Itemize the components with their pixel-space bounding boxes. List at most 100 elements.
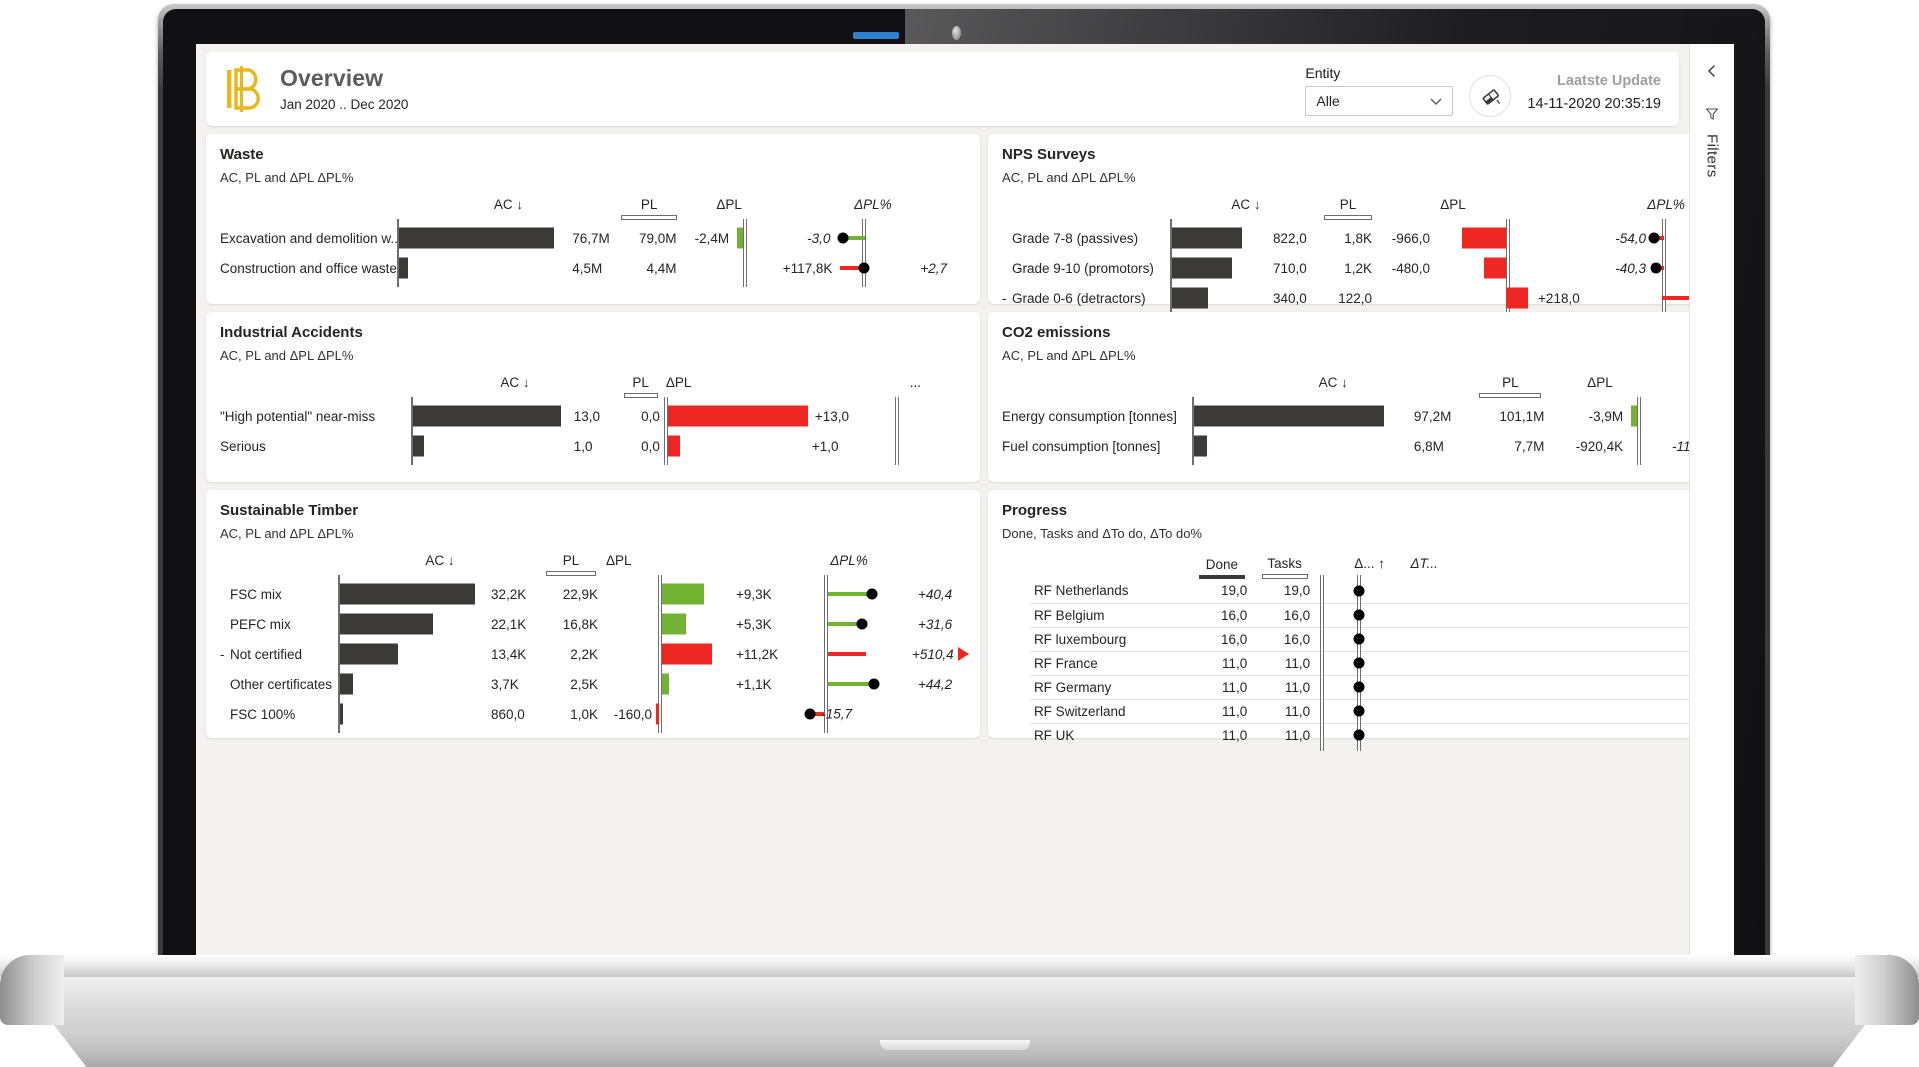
value-ac: 822,0 — [1273, 230, 1307, 246]
chart-row[interactable]: Serious 1,0 0,0 +1,0 — [220, 427, 966, 465]
collapse-filters-button[interactable] — [1699, 58, 1725, 84]
row-label: FSC 100% — [230, 706, 296, 722]
last-update: Laatste Update 14-11-2020 20:35:19 — [1527, 65, 1661, 115]
column-header-dpl: ΔPL — [665, 374, 692, 390]
column-header-dplpct: ΔPL% — [854, 196, 892, 212]
panel-title: NPS Surveys — [1002, 146, 1096, 163]
chart-row[interactable]: Fuel consumption [tonnes] 6,8M 7,7M -920… — [1002, 427, 1734, 465]
row-label: PEFC mix — [230, 616, 291, 632]
chart-row[interactable]: FSC mix 32,2K 22,9K +9,3K +40,4 — [220, 575, 966, 613]
value-dpl: +117,8K — [782, 260, 833, 276]
value-pl: 1,2K — [1344, 260, 1373, 276]
panel-title: Waste — [220, 146, 264, 163]
value-dpl: +9,3K — [736, 586, 772, 602]
table-row[interactable]: RF Belgium 16,0 16,0 — [1002, 599, 1734, 631]
laptop-base-right-edge — [1855, 955, 1919, 1025]
chart-row[interactable]: PEFC mix 22,1K 16,8K +5,3K +31,6 — [220, 605, 966, 643]
chart-row[interactable]: Construction and office waste 4,5M 4,4M … — [220, 249, 966, 287]
table-row[interactable]: RF Germany 11,0 11,0 — [1002, 671, 1734, 703]
chart-row[interactable]: Grade 9-10 (promotors) 710,0 1,2K -480,0… — [1002, 249, 1734, 287]
table-row[interactable]: RF UK 11,0 11,0 — [1002, 719, 1734, 751]
table-row[interactable]: RF luxembourg 16,0 16,0 — [1002, 623, 1734, 655]
entity-label: Entity — [1305, 65, 1341, 81]
value-pl: 7,7M — [1514, 438, 1545, 454]
cell-done: 19,0 — [1190, 579, 1254, 604]
cell-done: 11,0 — [1190, 651, 1254, 676]
panel-subtitle: AC, PL and ΔPL ΔPL% — [1002, 170, 1136, 185]
chart-row[interactable]: "High potential" near-miss 13,0 0,0 +13,… — [220, 397, 966, 435]
value-pl: 101,1M — [1499, 408, 1545, 424]
cell-done: 11,0 — [1190, 699, 1254, 724]
table-row[interactable]: RF Switzerland 11,0 11,0 — [1002, 695, 1734, 727]
value-ac: 1,0 — [573, 438, 593, 454]
table-row[interactable]: RF France 11,0 11,0 — [1002, 647, 1734, 679]
value-ac: 22,1K — [491, 616, 527, 632]
value-pl: 0,0 — [641, 438, 660, 454]
value-dpl: +1,0 — [811, 438, 839, 454]
chart-row[interactable]: FSC 100% 860,0 1,0K -160,0 -15,7 — [220, 695, 966, 733]
chart-row[interactable]: Excavation and demolition w... 76,7M 79,… — [220, 219, 966, 257]
entity-select[interactable]: Alle — [1305, 86, 1454, 116]
laptop-mockup: Overview Jan 2020 .. Dec 2020 Entity All… — [0, 0, 1919, 1067]
table-row[interactable]: RF Netherlands 19,0 19,0 — [1002, 575, 1734, 607]
column-header-more: ... — [909, 374, 921, 390]
value-dpl: +218,0 — [1538, 290, 1580, 306]
chart-row[interactable]: Other certificates 3,7K 2,5K +1,1K +44,2 — [220, 665, 966, 703]
filters-pane[interactable]: Filters — [1689, 44, 1734, 962]
value-ac: 340,0 — [1273, 290, 1307, 306]
value-dpl: +1,1K — [736, 676, 772, 692]
column-header-ac: AC ↓ — [1318, 374, 1348, 390]
chart-waste: AC ↓ PL ΔPL ΔPL% Excavation and demoliti… — [220, 193, 966, 287]
cell-tasks: 11,0 — [1253, 651, 1317, 676]
clear-filters-button[interactable] — [1469, 75, 1512, 117]
chart-row[interactable]: Grade 7-8 (passives) 822,0 1,8K -966,0 -… — [1002, 219, 1734, 257]
panel-sustainable-timber[interactable]: Sustainable Timber AC, PL and ΔPL ΔPL% A… — [206, 490, 981, 738]
row-label: Other certificates — [230, 676, 333, 692]
row-label: "High potential" near-miss — [220, 408, 376, 424]
panel-industrial-accidents[interactable]: Industrial Accidents AC, PL and ΔPL ΔPL%… — [206, 312, 981, 482]
value-dpl: -160,0 — [613, 706, 653, 722]
row-entity: RF luxembourg — [1029, 627, 1191, 652]
value-dplpct: -40,3 — [1615, 260, 1647, 276]
value-ac: 3,7K — [491, 676, 519, 692]
chart-row[interactable]: Energy consumption [tonnes] 97,2M 101,1M… — [1002, 397, 1734, 435]
row-label: Grade 9-10 (promotors) — [1012, 260, 1154, 276]
chart-row[interactable]: - Grade 0-6 (detractors) 340,0 122,0 +218… — [1002, 279, 1734, 317]
row-label: Energy consumption [tonnes] — [1002, 408, 1177, 424]
value-dpl: +5,3K — [736, 616, 772, 632]
column-header-pl: PL — [1339, 196, 1357, 212]
chart-row[interactable]: - Not certified 13,4K 2,2K +11,2K +510,4 — [220, 635, 970, 673]
row-entity: RF Germany — [1029, 675, 1191, 700]
value-pl: 1,8K — [1344, 230, 1373, 246]
column-header-done: Done — [1205, 557, 1239, 572]
value-ac: 13,4K — [491, 646, 527, 662]
column-header-tasks: Tasks — [1267, 556, 1302, 571]
panel-subtitle: AC, PL and ΔPL ΔPL% — [220, 170, 354, 185]
value-pl: 4,4M — [646, 260, 677, 276]
panel-progress[interactable]: Progress Done, Tasks and ΔTo do, ΔTo do%… — [988, 490, 1734, 751]
value-ac: 710,0 — [1273, 260, 1307, 276]
row-label: Serious — [220, 438, 266, 454]
filters-label: Filters — [1703, 134, 1721, 178]
value-dpl: -2,4M — [694, 230, 730, 246]
value-dpl: -3,9M — [1588, 408, 1624, 424]
value-dpl: -920,4K — [1575, 438, 1624, 454]
value-dpl: +13,0 — [814, 408, 850, 424]
panel-title: CO2 emissions — [1002, 324, 1111, 341]
entity-selected-value: Alle — [1316, 93, 1340, 109]
cell-tasks: 16,0 — [1253, 627, 1317, 652]
value-dpl: +11,2K — [736, 646, 779, 662]
panel-waste[interactable]: Waste AC, PL and ΔPL ΔPL% AC ↓ PL ΔPL ΔP… — [206, 134, 981, 304]
value-pl: 1,0K — [570, 706, 599, 722]
value-dplpct: -54,0 — [1615, 230, 1647, 246]
cell-tasks: 19,0 — [1253, 579, 1317, 604]
value-dplpct: +40,4 — [918, 586, 953, 602]
table-progress: Done Tasks Δ... ↑ ΔT... RF Netherlands 1… — [1002, 549, 1734, 751]
row-label: Construction and office waste — [220, 260, 397, 276]
panel-nps-surveys[interactable]: NPS Surveys AC, PL and ΔPL ΔPL% AC ↓ PL … — [988, 134, 1734, 317]
report-header: Overview Jan 2020 .. Dec 2020 Entity All… — [206, 52, 1679, 126]
panel-subtitle: Done, Tasks and ΔTo do, ΔTo do% — [1002, 526, 1202, 541]
panel-co2-emissions[interactable]: CO2 emissions AC, PL and ΔPL ΔPL% AC ↓ P… — [988, 312, 1734, 482]
value-pl: 0,0 — [641, 408, 660, 424]
cell-done: 11,0 — [1190, 675, 1254, 700]
